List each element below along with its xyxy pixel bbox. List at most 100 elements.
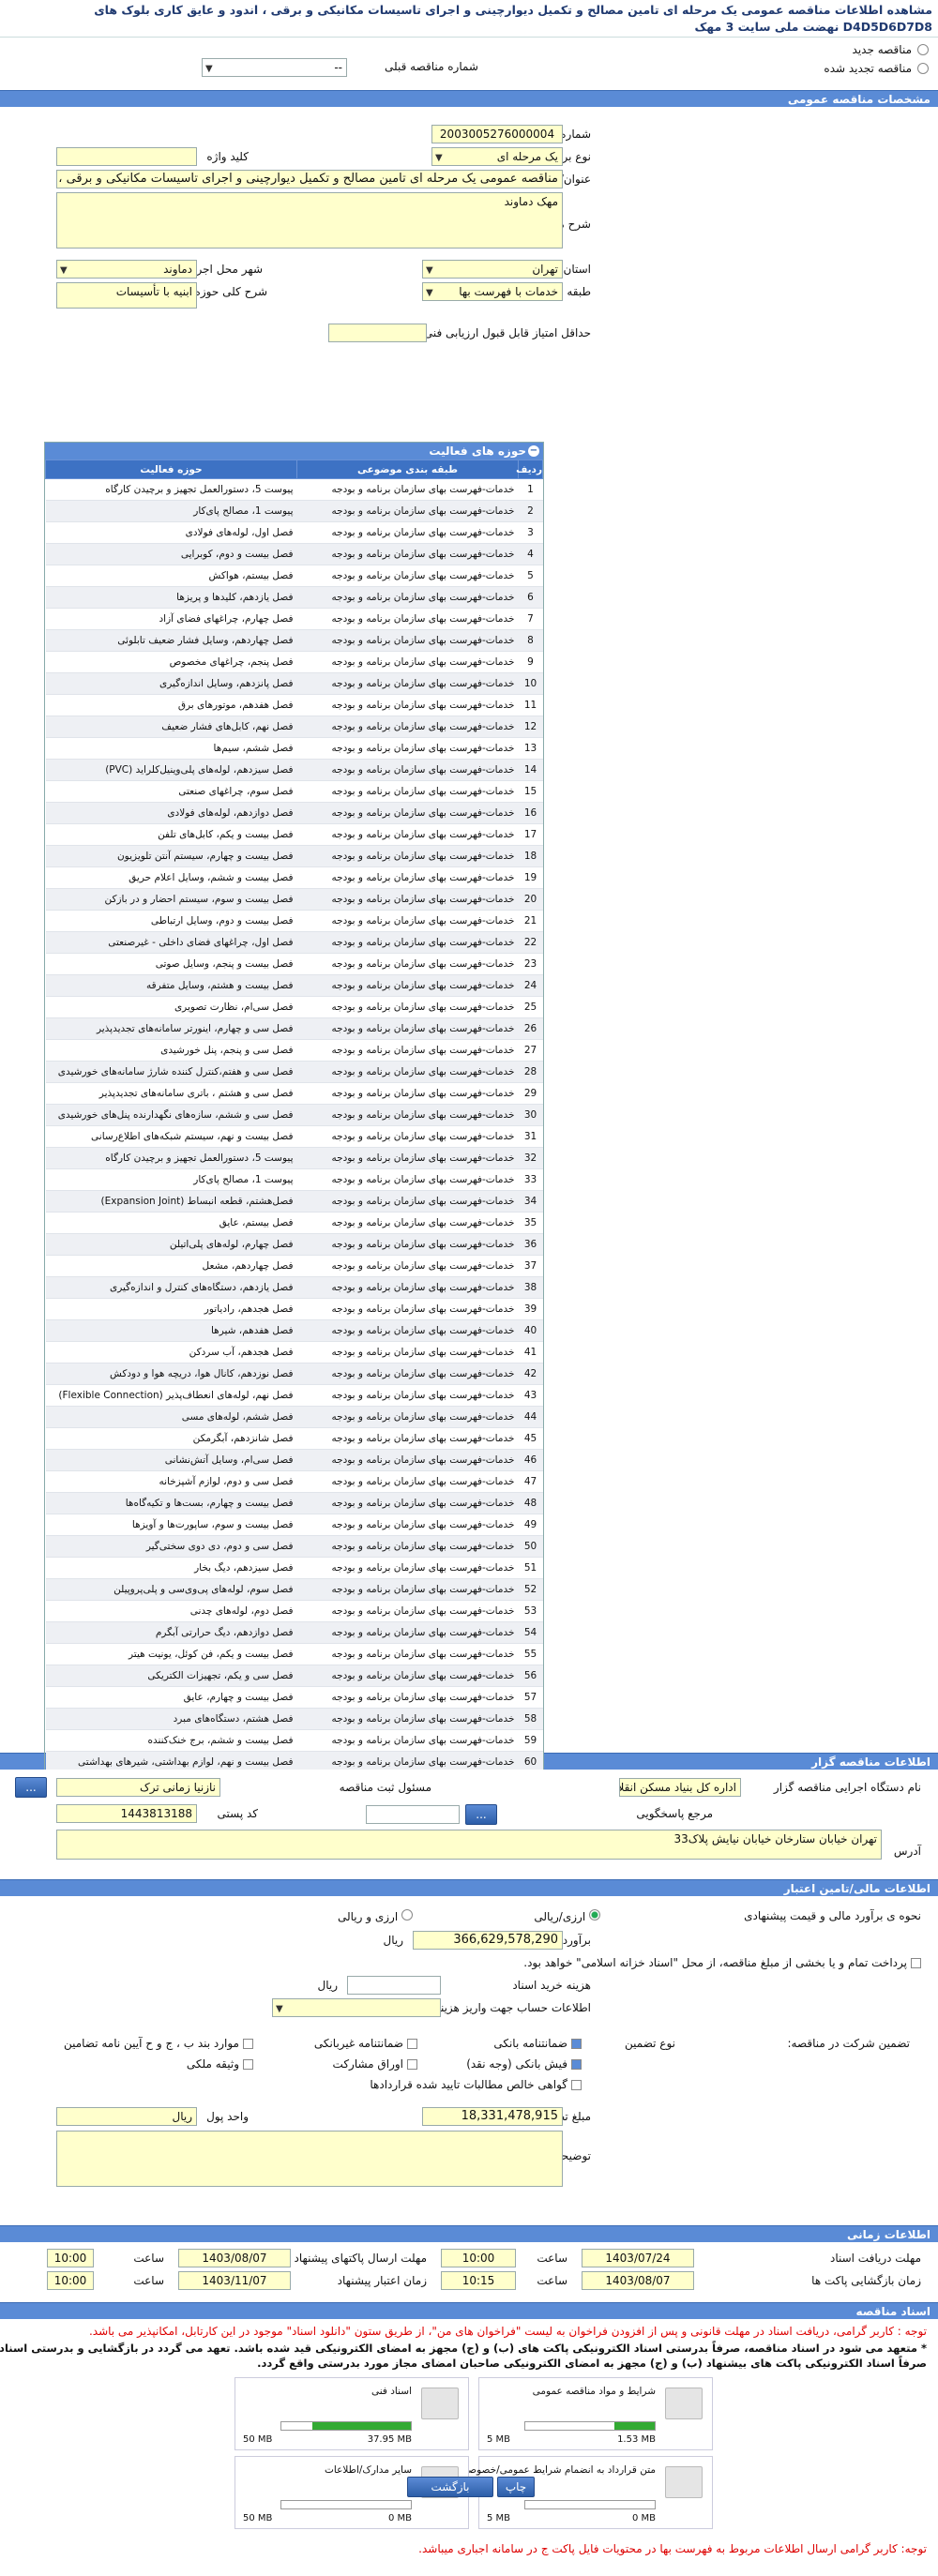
amount-field[interactable]: 18,331,478,915 bbox=[422, 2107, 563, 2126]
opt-claims-checkbox[interactable] bbox=[571, 2080, 582, 2090]
ref-field[interactable] bbox=[366, 1805, 460, 1824]
prev-tender-label: شماره مناقصه قبلی bbox=[385, 60, 478, 73]
row-category: خدمات-فهرست بهای سازمان برنامه و بودجه bbox=[296, 1168, 519, 1191]
print-button[interactable]: چاپ bbox=[497, 2477, 535, 2497]
row-category: خدمات-فهرست بهای سازمان برنامه و بودجه bbox=[296, 1449, 519, 1471]
org-field[interactable]: اداره کل بنیاد مسکن انقلاب bbox=[619, 1778, 741, 1797]
opt-items-checkbox[interactable] bbox=[243, 2039, 253, 2049]
receive-date[interactable]: 1403/07/24 bbox=[582, 2249, 694, 2267]
type-select[interactable]: ▼ یک مرحله ای bbox=[431, 147, 563, 166]
collapse-icon[interactable]: − bbox=[528, 445, 539, 457]
file-box-1[interactable]: شرایط و مواد مناقصه عمومی 1.53 MB 5 MB bbox=[478, 2377, 713, 2450]
activity-desc-field[interactable]: ابنیه با تأسیسات bbox=[56, 282, 197, 309]
file-progress-fill bbox=[312, 2422, 411, 2430]
file-max: 5 MB bbox=[487, 2434, 511, 2445]
file-max: 50 MB bbox=[243, 2513, 273, 2523]
row-field: فصل سوم، چراغهای صنعتی bbox=[45, 780, 297, 803]
file-box-2[interactable]: اسناد فنی 37.95 MB 50 MB bbox=[234, 2377, 469, 2450]
open-time[interactable]: 10:15 bbox=[441, 2271, 516, 2290]
opt-bank[interactable]: ضمانتنامه بانکی bbox=[493, 2037, 582, 2050]
row-number: 27 bbox=[518, 1039, 543, 1062]
row-category: خدمات-فهرست بهای سازمان برنامه و بودجه bbox=[296, 1147, 519, 1169]
responsible-field[interactable]: نازنیا زمانی ترک bbox=[56, 1778, 220, 1797]
row-number: 7 bbox=[518, 608, 543, 630]
row-field: فصل هجدهم، رادیاتور bbox=[45, 1298, 297, 1320]
renewed-tender-radio[interactable] bbox=[917, 63, 929, 74]
row-field: فصل بیست و چهارم، عایق bbox=[45, 1686, 297, 1709]
row-category: خدمات-فهرست بهای سازمان برنامه و بودجه bbox=[296, 565, 519, 587]
section-documents: اسناد مناقصه bbox=[0, 2302, 938, 2319]
table-row: 37 خدمات-فهرست بهای سازمان برنامه و بودجه… bbox=[45, 1255, 543, 1277]
city-select[interactable]: ▼ دماوند bbox=[56, 260, 197, 279]
min-score-field[interactable] bbox=[328, 324, 427, 342]
opt-check[interactable]: فیش بانکی (وجه نقد) bbox=[466, 2057, 582, 2071]
payment-note: پرداخت تمام و یا بخشی از مبلغ مناقصه، از… bbox=[523, 1956, 921, 1969]
opt-bonds[interactable]: اوراق مشارکت bbox=[333, 2057, 417, 2071]
opt-items[interactable]: موارد بند ب ، ج و ح آیین نامه تضامین bbox=[64, 2037, 253, 2050]
row-field: فصل یازدهم، کلیدها و پریزها bbox=[45, 586, 297, 609]
open-date[interactable]: 1403/08/07 bbox=[582, 2271, 694, 2290]
opt-property-checkbox[interactable] bbox=[243, 2059, 253, 2070]
responsible-more-button[interactable]: ... bbox=[15, 1777, 47, 1798]
keyword-field[interactable] bbox=[56, 147, 197, 166]
opt-nonbank-checkbox[interactable] bbox=[407, 2039, 417, 2049]
opt-nonbank[interactable]: ضمانتنامه غیربانکی bbox=[314, 2037, 417, 2050]
row-number: 17 bbox=[518, 823, 543, 846]
description-field[interactable]: مهک دماوند bbox=[56, 192, 563, 249]
opt-property[interactable]: وثیقه ملکی bbox=[187, 2057, 253, 2071]
row-category: خدمات-فهرست بهای سازمان برنامه و بودجه bbox=[296, 1514, 519, 1536]
col-category: طبقه بندی موضوعی bbox=[296, 459, 519, 479]
valid-time[interactable]: 10:00 bbox=[47, 2271, 94, 2290]
table-row: 22 خدمات-فهرست بهای سازمان برنامه و بودجه… bbox=[45, 931, 543, 954]
row-field: فصل هجدهم، آب سردکن bbox=[45, 1341, 297, 1363]
receive-time[interactable]: 10:00 bbox=[441, 2249, 516, 2267]
table-row: 39 خدمات-فهرست بهای سازمان برنامه و بودجه… bbox=[45, 1298, 543, 1320]
prev-tender-select[interactable]: ▼ -- bbox=[202, 58, 347, 77]
ref-button[interactable]: ... bbox=[465, 1804, 497, 1825]
postal-field[interactable]: 1443813188 bbox=[56, 1804, 197, 1823]
table-row: 23 خدمات-فهرست بهای سازمان برنامه و بودجه… bbox=[45, 953, 543, 975]
table-row: 4 خدمات-فهرست بهای سازمان برنامه و بودجه ف… bbox=[45, 543, 543, 565]
rial-option[interactable]: ارزی/ریالی bbox=[534, 1909, 600, 1923]
category-select[interactable]: ▼ خدمات با فهرست بها bbox=[422, 282, 563, 301]
currency-option[interactable]: ارزی و ریالی bbox=[338, 1909, 413, 1923]
table-row: 8 خدمات-فهرست بهای سازمان برنامه و بودجه ف… bbox=[45, 629, 543, 652]
opt-check-checkbox[interactable] bbox=[571, 2059, 582, 2070]
new-tender-radio[interactable] bbox=[917, 44, 929, 55]
notes-field[interactable] bbox=[56, 2131, 563, 2187]
table-row: 21 خدمات-فهرست بهای سازمان برنامه و بودجه… bbox=[45, 910, 543, 932]
opt-bank-checkbox[interactable] bbox=[571, 2039, 582, 2049]
valid-date[interactable]: 1403/11/07 bbox=[178, 2271, 291, 2290]
row-category: خدمات-فهرست بهای سازمان برنامه و بودجه bbox=[296, 1600, 519, 1622]
back-button[interactable]: بازگشت bbox=[407, 2477, 493, 2497]
row-category: خدمات-فهرست بهای سازمان برنامه و بودجه bbox=[296, 1578, 519, 1601]
account-select[interactable]: ▼ bbox=[272, 1998, 441, 2017]
new-tender-option[interactable]: مناقصه جدید bbox=[853, 41, 929, 58]
address-field[interactable]: تهران خیابان ستارخان خیابان نیایش پلاک33 bbox=[56, 1830, 882, 1860]
row-category: خدمات-فهرست بهای سازمان برنامه و بودجه bbox=[296, 716, 519, 738]
payment-checkbox[interactable] bbox=[911, 1958, 921, 1968]
opt-bonds-checkbox[interactable] bbox=[407, 2059, 417, 2070]
estimate-field[interactable]: 366,629,578,290 bbox=[413, 1931, 563, 1950]
row-number: 23 bbox=[518, 953, 543, 975]
row-field: فصل بیست و چهارم، بست‌ها و تکیه‌گاه‌ها bbox=[45, 1492, 297, 1514]
renewed-tender-option[interactable]: مناقصه تجدید شده bbox=[824, 60, 929, 77]
file-size: 0 MB bbox=[631, 2513, 656, 2523]
row-number: 30 bbox=[518, 1104, 543, 1126]
row-number: 10 bbox=[518, 672, 543, 695]
tender-number-field[interactable]: 2003005276000004 bbox=[431, 125, 563, 143]
purchase-field[interactable] bbox=[347, 1976, 441, 1995]
row-field: فصل چهاردهم، وسایل فشار ضعیف تابلوئی bbox=[45, 629, 297, 652]
submit-time[interactable]: 10:00 bbox=[47, 2249, 94, 2267]
currency-radio[interactable] bbox=[401, 1909, 413, 1921]
file-name: متن قرارداد به انضمام شرایط عمومی/خصوصی bbox=[460, 2464, 656, 2476]
row-field: فصل بیستم، هواکش bbox=[45, 565, 297, 587]
opt-claims[interactable]: گواهی خالص مطالبات تایید شده قراردادها bbox=[370, 2078, 582, 2091]
province-select[interactable]: ▼ تهران bbox=[422, 260, 563, 279]
currency-unit-field[interactable]: ریال bbox=[56, 2107, 197, 2126]
file-name: سایر مدارک/اطلاعات bbox=[325, 2464, 412, 2476]
subject-field[interactable]: مناقصه عمومی یک مرحله ای تامین مصالح و ت… bbox=[56, 170, 563, 188]
row-number: 18 bbox=[518, 845, 543, 867]
rial-radio[interactable] bbox=[589, 1909, 600, 1921]
submit-date[interactable]: 1403/08/07 bbox=[178, 2249, 291, 2267]
